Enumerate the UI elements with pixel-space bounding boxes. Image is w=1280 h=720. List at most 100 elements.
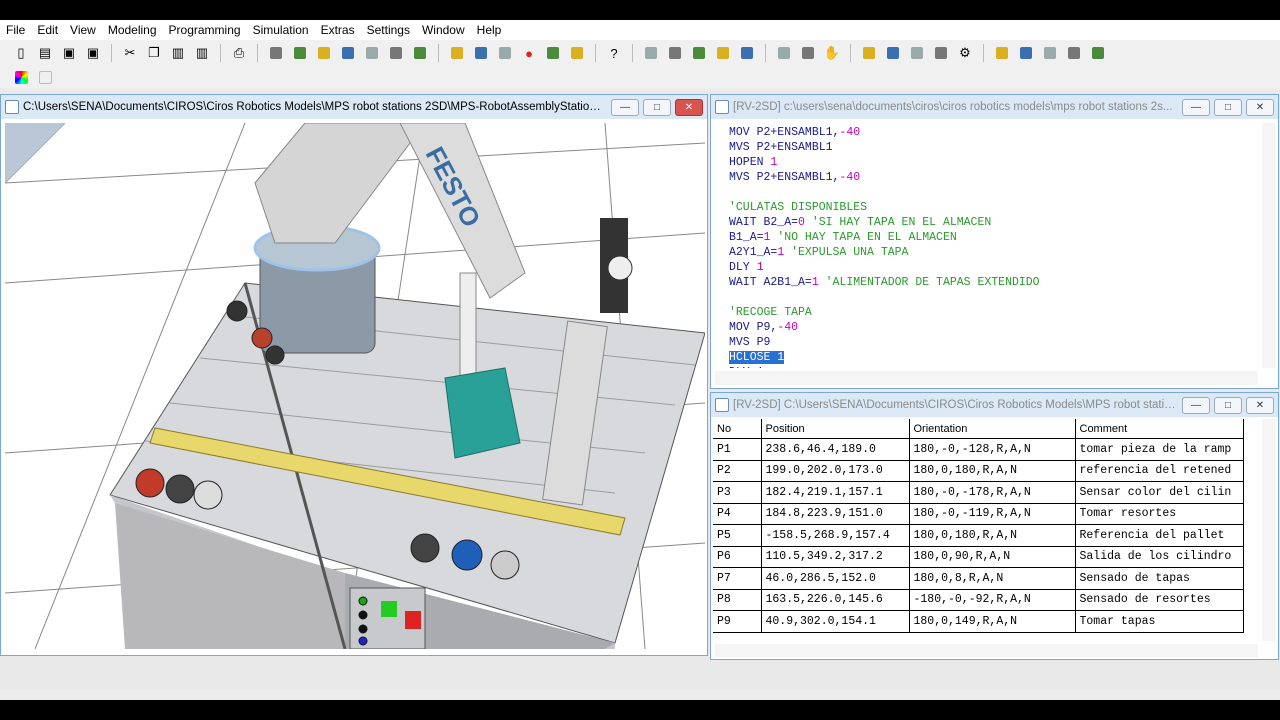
table-cell[interactable]: 199.0,202.0,173.0 — [761, 460, 910, 482]
save-all-icon[interactable]: ▣ — [82, 42, 104, 64]
table-cell[interactable]: P9 — [713, 610, 762, 633]
menu-extras[interactable]: Extras — [315, 20, 361, 40]
code-line[interactable]: HOPEN 1 — [729, 155, 1244, 170]
table-row[interactable]: P5 -158.5,268.9,157.4 180,0,180,R,A,N Refer… — [713, 524, 1244, 547]
table-cell[interactable]: 180,0,149,R,A,N — [909, 610, 1076, 633]
settings-icon[interactable]: ⚙ — [954, 42, 976, 64]
code-line[interactable]: MVS P2+ENSAMBL1,-40 — [729, 170, 1244, 185]
display-icon[interactable] — [688, 42, 710, 64]
code-line[interactable]: DLY 1 — [729, 365, 1244, 368]
table-cell[interactable]: P2 — [713, 460, 762, 482]
color-palette-icon[interactable] — [10, 66, 32, 88]
table-cell[interactable]: Referencia del pallet — [1075, 524, 1244, 547]
table-cell[interactable]: P5 — [713, 524, 762, 547]
code-line[interactable]: 'CULATAS DISPONIBLES — [729, 200, 1244, 215]
axes-rotate-icon[interactable] — [385, 42, 407, 64]
code-line[interactable] — [729, 185, 1244, 200]
robot-view-icon[interactable] — [736, 42, 758, 64]
print-icon[interactable]: ⎙ — [228, 42, 250, 64]
maximize-button[interactable]: □ — [643, 98, 671, 116]
maximize-button[interactable]: □ — [1214, 396, 1242, 414]
close-button[interactable]: ✕ — [675, 98, 703, 116]
table-cell[interactable]: Tomar resortes — [1075, 503, 1244, 525]
table-cell[interactable]: 180,-0,-119,R,A,N — [909, 503, 1076, 525]
frame-icon[interactable] — [409, 42, 431, 64]
menu-edit[interactable]: Edit — [31, 20, 64, 40]
grid5-icon[interactable] — [991, 42, 1013, 64]
minimize-button[interactable]: — — [611, 98, 639, 116]
robot-home-icon[interactable] — [265, 42, 287, 64]
table-cell[interactable]: P7 — [713, 567, 762, 590]
code-line[interactable]: HCLOSE 1 — [729, 350, 1244, 365]
column-header[interactable]: Position — [761, 419, 910, 439]
menu-modeling[interactable]: Modeling — [102, 20, 163, 40]
arrow4-icon[interactable] — [1087, 42, 1109, 64]
horizontal-scrollbar[interactable] — [715, 644, 1258, 657]
menu-settings[interactable]: Settings — [361, 20, 416, 40]
3d-viewport[interactable]: FESTO — [5, 123, 705, 649]
maximize-button[interactable]: □ — [1214, 98, 1242, 116]
table-cell[interactable]: Sensado de resortes — [1075, 589, 1244, 611]
save-icon[interactable]: ▣ — [58, 42, 80, 64]
table-cell[interactable]: 182.4,219.1,157.1 — [761, 481, 910, 504]
table-cell[interactable]: 238.6,46.4,189.0 — [761, 438, 910, 461]
code-line[interactable] — [729, 290, 1244, 305]
table-cell[interactable]: 184.8,223.9,151.0 — [761, 503, 910, 525]
table-row[interactable]: P6 110.5,349.2,317.2 180,0,90,R,A,N Salida … — [713, 546, 1244, 568]
paste-special-icon[interactable]: ▥ — [191, 42, 213, 64]
io-icon[interactable] — [640, 42, 662, 64]
robot-teach-icon[interactable] — [313, 42, 335, 64]
table-row[interactable]: P9 40.9,302.0,154.1 180,0,149,R,A,N Tomar t… — [713, 610, 1244, 633]
copy-icon[interactable]: ❐ — [143, 42, 165, 64]
table-cell[interactable]: 180,0,90,R,A,N — [909, 546, 1076, 568]
robot-move-icon[interactable] — [289, 42, 311, 64]
code-line[interactable]: DLY 1 — [729, 260, 1244, 275]
arrow3-icon[interactable] — [1063, 42, 1085, 64]
camera-icon[interactable] — [712, 42, 734, 64]
close-button[interactable]: ✕ — [1246, 98, 1274, 116]
table-cell[interactable]: 46.0,286.5,152.0 — [761, 567, 910, 590]
redo-icon[interactable] — [470, 42, 492, 64]
table-cell[interactable]: Tomar tapas — [1075, 610, 1244, 633]
vertical-scrollbar[interactable] — [1262, 419, 1276, 641]
new-file-icon[interactable]: ▯ — [10, 42, 32, 64]
table-cell[interactable]: P1 — [713, 438, 762, 461]
pause-icon[interactable] — [542, 42, 564, 64]
menu-view[interactable]: View — [64, 20, 102, 40]
menu-simulation[interactable]: Simulation — [247, 20, 315, 40]
stop-icon[interactable]: ● — [518, 42, 540, 64]
open-folder-icon[interactable]: ▤ — [34, 42, 56, 64]
code-line[interactable]: WAIT B2_A=0 'SI HAY TAPA EN EL ALMACEN — [729, 215, 1244, 230]
grid2-icon[interactable] — [882, 42, 904, 64]
table-cell[interactable]: 110.5,349.2,317.2 — [761, 546, 910, 568]
table-cell[interactable]: Salida de los cilindro — [1075, 546, 1244, 568]
minimize-button[interactable]: — — [1182, 98, 1210, 116]
table-row[interactable]: P4 184.8,223.9,151.0 180,-0,-119,R,A,N Toma… — [713, 503, 1244, 525]
arrow1-icon[interactable] — [1015, 42, 1037, 64]
code-line[interactable]: A2Y1_A=1 'EXPULSA UNA TAPA — [729, 245, 1244, 260]
table-cell[interactable]: tomar pieza de la ramp — [1075, 438, 1244, 461]
hand-icon[interactable]: ✋ — [821, 42, 843, 64]
table-row[interactable]: P2 199.0,202.0,173.0 180,0,180,R,A,N refere… — [713, 460, 1244, 482]
document-icon[interactable] — [494, 42, 516, 64]
table-cell[interactable]: P8 — [713, 589, 762, 611]
help-cursor-icon[interactable]: ? — [603, 42, 625, 64]
undo-icon[interactable] — [446, 42, 468, 64]
menu-help[interactable]: Help — [471, 20, 508, 40]
list-icon[interactable] — [566, 42, 588, 64]
code-line[interactable]: MOV P2+ENSAMBL1,-40 — [729, 125, 1244, 140]
table-cell[interactable]: 180,-0,-128,R,A,N — [909, 438, 1076, 461]
table-cell[interactable]: Sensar color del cilin — [1075, 481, 1244, 504]
vertical-scrollbar[interactable] — [1262, 123, 1276, 368]
cut-icon[interactable]: ✂ — [119, 42, 141, 64]
code-line[interactable]: WAIT A2B1_A=1 'ALIMENTADOR DE TAPAS EXTE… — [729, 275, 1244, 290]
edit-disabled-icon[interactable] — [34, 66, 56, 88]
table-row[interactable]: P1 238.6,46.4,189.0 180,-0,-128,R,A,N tomar… — [713, 438, 1244, 461]
axes-icon[interactable] — [361, 42, 383, 64]
table-row[interactable]: P7 46.0,286.5,152.0 180,0,8,R,A,N Sensado d… — [713, 567, 1244, 590]
program-editor[interactable]: MOV P2+ENSAMBL1,-40 MVS P2+ENSAMBL1 HOPEN … — [715, 123, 1258, 368]
code-line[interactable]: 'RECOGE TAPA — [729, 305, 1244, 320]
table-cell[interactable]: referencia del retened — [1075, 460, 1244, 482]
table-cell[interactable]: P4 — [713, 503, 762, 525]
column-header[interactable]: No — [713, 419, 762, 439]
